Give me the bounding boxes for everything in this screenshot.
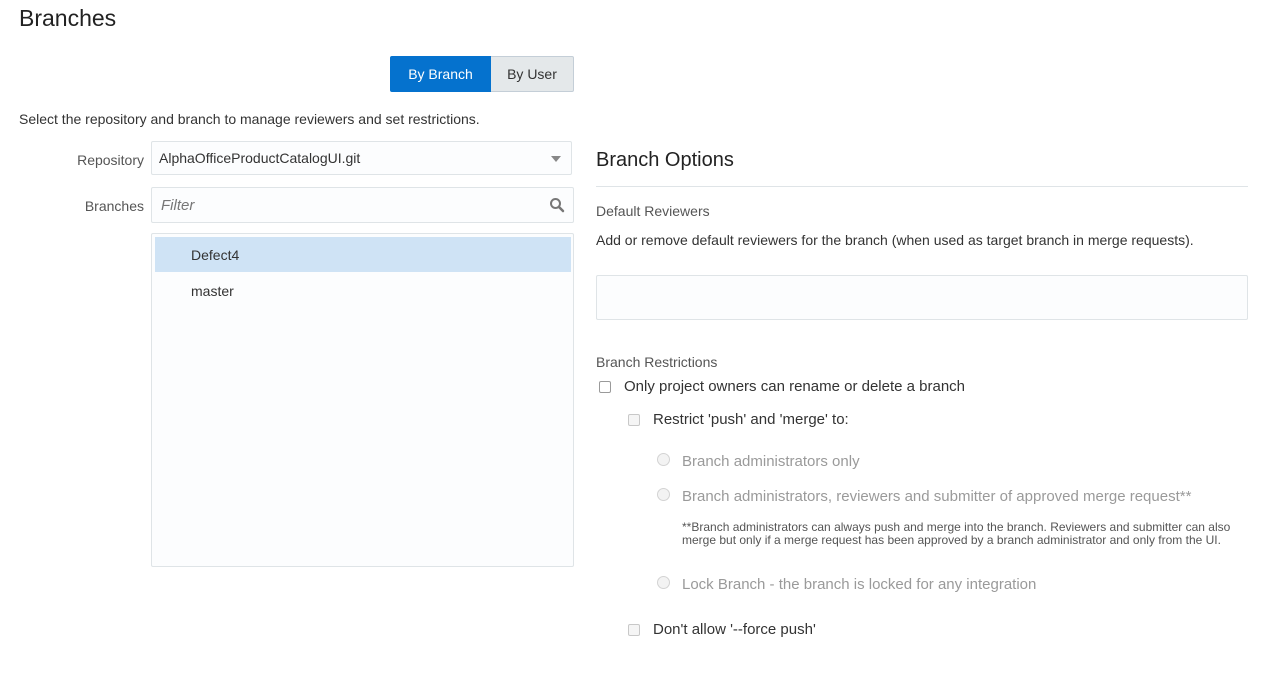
branch-options-title: Branch Options bbox=[596, 149, 734, 171]
owners-only-label: Only project owners can rename or delete… bbox=[624, 378, 966, 395]
repository-label: Repository bbox=[77, 152, 144, 168]
by-branch-button[interactable]: By Branch bbox=[390, 56, 491, 92]
no-force-push-checkbox[interactable] bbox=[628, 624, 640, 636]
divider bbox=[596, 186, 1248, 187]
branches-page: Branches By Branch By User Select the re… bbox=[0, 0, 1264, 676]
branches-label: Branches bbox=[84, 198, 144, 214]
admins-only-label: Branch administrators only bbox=[682, 453, 860, 470]
admins-only-radio[interactable] bbox=[657, 453, 670, 466]
admins-reviewers-radio[interactable] bbox=[657, 488, 670, 501]
search-icon[interactable] bbox=[549, 197, 565, 213]
repository-value: AlphaOfficeProductCatalogUI.git bbox=[159, 150, 361, 166]
chevron-down-icon bbox=[551, 156, 561, 162]
branch-restrictions-label: Branch Restrictions bbox=[596, 354, 718, 370]
default-reviewers-input[interactable] bbox=[596, 275, 1248, 320]
merge-footnote: **Branch administrators can always push … bbox=[682, 520, 1231, 547]
default-reviewers-label: Default Reviewers bbox=[596, 203, 710, 219]
branch-item-master[interactable]: master bbox=[155, 273, 571, 308]
repository-select[interactable]: AlphaOfficeProductCatalogUI.git bbox=[151, 141, 572, 175]
lock-branch-label: Lock Branch - the branch is locked for a… bbox=[682, 576, 1037, 593]
lock-branch-radio[interactable] bbox=[657, 576, 670, 589]
branch-item-defect4[interactable]: Defect4 bbox=[155, 237, 571, 272]
no-force-push-label: Don't allow '--force push' bbox=[653, 621, 816, 638]
admins-reviewers-label: Branch administrators, reviewers and sub… bbox=[682, 488, 1192, 505]
view-toggle: By Branch By User bbox=[390, 56, 574, 92]
restrict-push-merge-label: Restrict 'push' and 'merge' to: bbox=[653, 411, 849, 428]
page-title: Branches bbox=[19, 5, 117, 31]
instructions-text: Select the repository and branch to mana… bbox=[19, 111, 480, 127]
by-user-button[interactable]: By User bbox=[491, 56, 574, 92]
default-reviewers-description: Add or remove default reviewers for the … bbox=[596, 232, 1194, 248]
restrict-push-merge-checkbox[interactable] bbox=[628, 414, 640, 426]
owners-only-checkbox[interactable] bbox=[599, 381, 611, 393]
branch-filter-input[interactable] bbox=[159, 196, 543, 215]
branch-list: Defect4 master bbox=[151, 233, 574, 567]
branch-filter-field bbox=[151, 187, 574, 223]
